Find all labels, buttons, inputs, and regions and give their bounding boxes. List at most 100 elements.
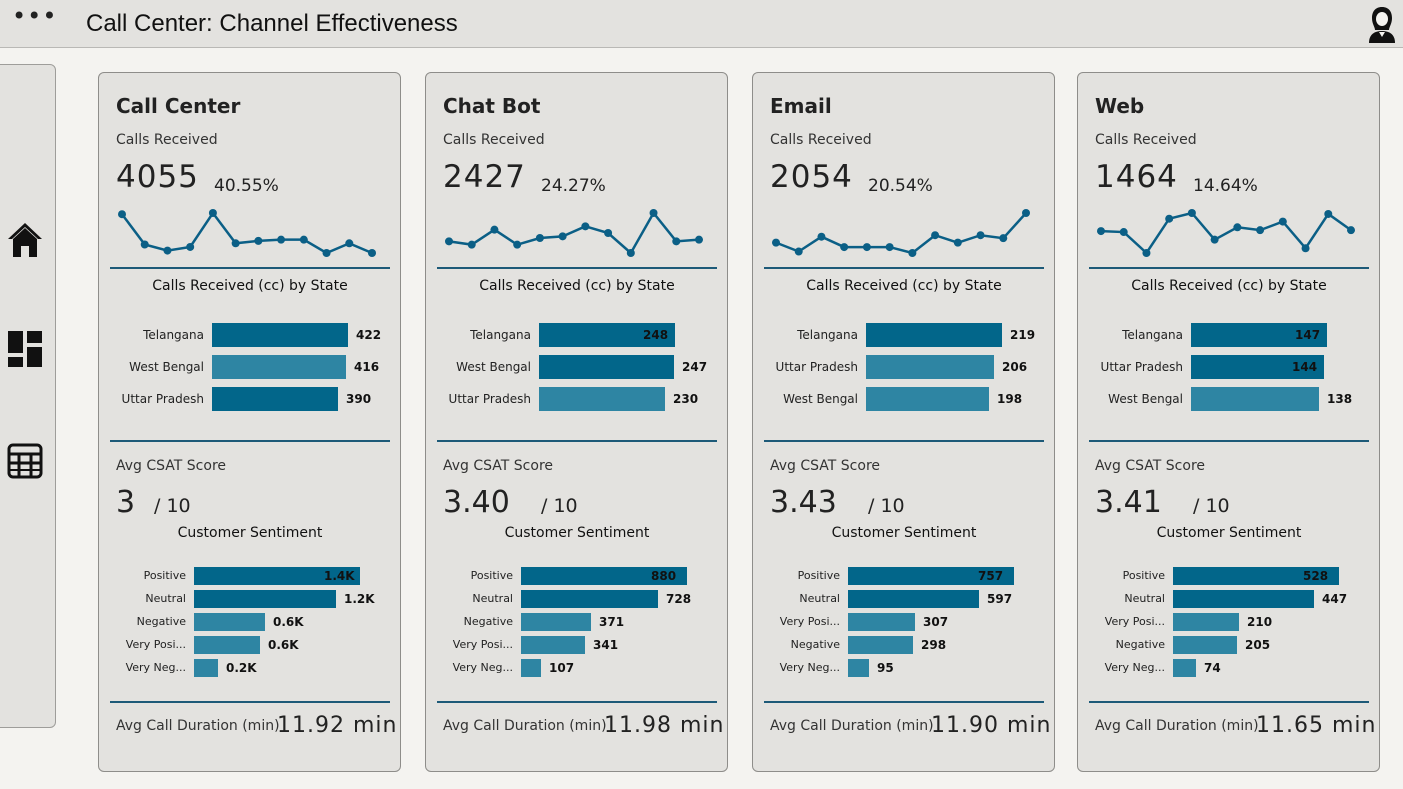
sparkline-point[interactable]	[604, 229, 613, 237]
sparkline-point[interactable]	[1097, 227, 1105, 236]
sentiment-bar-row[interactable]: Positive 1.4K	[99, 567, 402, 585]
state-bar-row[interactable]: Telangana 147	[1078, 323, 1381, 347]
sentiment-bar[interactable]	[521, 659, 541, 677]
sentiment-bar[interactable]	[521, 613, 591, 631]
sentiment-bar-row[interactable]: Negative 371	[426, 613, 729, 631]
sparkline-point[interactable]	[186, 242, 195, 251]
sparkline-point[interactable]	[772, 238, 780, 247]
sparkline-point[interactable]	[558, 232, 567, 241]
sparkline-point[interactable]	[445, 237, 453, 246]
sentiment-bar[interactable]	[1173, 636, 1237, 654]
sparkline-point[interactable]	[140, 240, 149, 249]
state-bar[interactable]	[539, 387, 665, 411]
sentiment-bar-row[interactable]: Negative 298	[753, 636, 1056, 654]
sentiment-bar-row[interactable]: Very Neg... 107	[426, 659, 729, 677]
sentiment-bar[interactable]	[1173, 659, 1196, 677]
sparkline-point[interactable]	[581, 222, 590, 231]
state-bar-row[interactable]: Uttar Pradesh 144	[1078, 355, 1381, 379]
sparkline-point[interactable]	[118, 210, 126, 219]
state-bar-row[interactable]: Uttar Pradesh 230	[426, 387, 729, 411]
sparkline-point[interactable]	[695, 235, 703, 244]
sparkline-point[interactable]	[1278, 217, 1287, 226]
sentiment-bar-row[interactable]: Very Posi... 341	[426, 636, 729, 654]
sparkline-point[interactable]	[931, 231, 940, 240]
state-bar-row[interactable]: West Bengal 198	[753, 387, 1056, 411]
sentiment-bar[interactable]	[848, 636, 913, 654]
sentiment-bar-row[interactable]: Neutral 447	[1078, 590, 1381, 608]
sparkline-point[interactable]	[1324, 209, 1333, 218]
more-icon[interactable]: •••	[12, 4, 57, 28]
sparkline-point[interactable]	[672, 237, 681, 246]
sparkline-point[interactable]	[299, 235, 308, 244]
state-bar-row[interactable]: West Bengal 416	[99, 355, 402, 379]
state-bar[interactable]	[212, 355, 346, 379]
dashboard-icon[interactable]	[5, 327, 45, 371]
sentiment-bar-row[interactable]: Neutral 728	[426, 590, 729, 608]
sparkline-point[interactable]	[513, 240, 522, 249]
sentiment-bar-row[interactable]: Negative 205	[1078, 636, 1381, 654]
sparkline-point[interactable]	[626, 249, 635, 257]
sentiment-bar[interactable]	[1173, 590, 1314, 608]
state-bar-row[interactable]: West Bengal 138	[1078, 387, 1381, 411]
sparkline-point[interactable]	[1233, 223, 1242, 232]
state-bar-row[interactable]: Telangana 248	[426, 323, 729, 347]
sparkline-point[interactable]	[908, 249, 917, 257]
table-icon[interactable]	[5, 439, 45, 483]
state-bar-row[interactable]: Telangana 219	[753, 323, 1056, 347]
sentiment-bar-row[interactable]: Positive 880	[426, 567, 729, 585]
state-bar[interactable]	[866, 323, 1002, 347]
state-bar-row[interactable]: Uttar Pradesh 206	[753, 355, 1056, 379]
sentiment-bar-row[interactable]: Neutral 597	[753, 590, 1056, 608]
sparkline-point[interactable]	[999, 234, 1008, 243]
sparkline-point[interactable]	[1119, 228, 1128, 237]
sentiment-bar-row[interactable]: Positive 528	[1078, 567, 1381, 585]
sparkline-point[interactable]	[1256, 226, 1265, 235]
sentiment-bar-row[interactable]: Very Posi... 0.6K	[99, 636, 402, 654]
sparkline-point[interactable]	[208, 209, 217, 217]
sparkline-point[interactable]	[953, 238, 962, 247]
sentiment-bar-row[interactable]: Very Posi... 210	[1078, 613, 1381, 631]
sentiment-bar-row[interactable]: Negative 0.6K	[99, 613, 402, 631]
sentiment-bar[interactable]	[521, 590, 658, 608]
sentiment-bar[interactable]	[194, 613, 265, 631]
user-avatar-icon[interactable]	[1366, 4, 1398, 44]
state-bar[interactable]	[212, 387, 338, 411]
sentiment-bar-row[interactable]: Positive 757	[753, 567, 1056, 585]
sparkline-point[interactable]	[817, 232, 826, 241]
sparkline-point[interactable]	[163, 246, 172, 255]
state-bar[interactable]	[539, 355, 674, 379]
sparkline-point[interactable]	[277, 235, 286, 244]
sentiment-bar[interactable]	[848, 590, 979, 608]
sparkline-point[interactable]	[794, 247, 803, 256]
state-bar[interactable]	[212, 323, 348, 347]
sparkline-point[interactable]	[1022, 209, 1030, 217]
sparkline-point[interactable]	[1187, 209, 1196, 217]
sparkline-point[interactable]	[345, 239, 354, 248]
sparkline-point[interactable]	[1210, 235, 1219, 244]
state-bar[interactable]	[866, 387, 989, 411]
sentiment-bar[interactable]	[848, 613, 915, 631]
sentiment-bar-row[interactable]: Very Neg... 95	[753, 659, 1056, 677]
sentiment-bar[interactable]	[194, 590, 336, 608]
sparkline-point[interactable]	[1347, 226, 1355, 235]
sparkline-point[interactable]	[1301, 244, 1310, 253]
sparkline-point[interactable]	[649, 209, 658, 217]
sparkline-point[interactable]	[1165, 214, 1174, 223]
state-bar-row[interactable]: Uttar Pradesh 390	[99, 387, 402, 411]
sparkline-point[interactable]	[254, 236, 263, 245]
sparkline-point[interactable]	[322, 249, 331, 257]
sparkline-point[interactable]	[862, 243, 871, 252]
sentiment-bar-row[interactable]: Very Posi... 307	[753, 613, 1056, 631]
state-bar-row[interactable]: West Bengal 247	[426, 355, 729, 379]
sparkline-point[interactable]	[976, 231, 985, 240]
sentiment-bar-row[interactable]: Very Neg... 0.2K	[99, 659, 402, 677]
sparkline-point[interactable]	[467, 240, 476, 249]
sparkline-point[interactable]	[840, 243, 849, 252]
home-icon[interactable]	[5, 217, 45, 261]
sentiment-bar[interactable]	[848, 659, 869, 677]
sparkline-point[interactable]	[1142, 249, 1151, 257]
sparkline-point[interactable]	[368, 249, 376, 257]
state-bar[interactable]	[866, 355, 994, 379]
sentiment-bar[interactable]	[521, 636, 585, 654]
state-bar[interactable]	[1191, 387, 1319, 411]
